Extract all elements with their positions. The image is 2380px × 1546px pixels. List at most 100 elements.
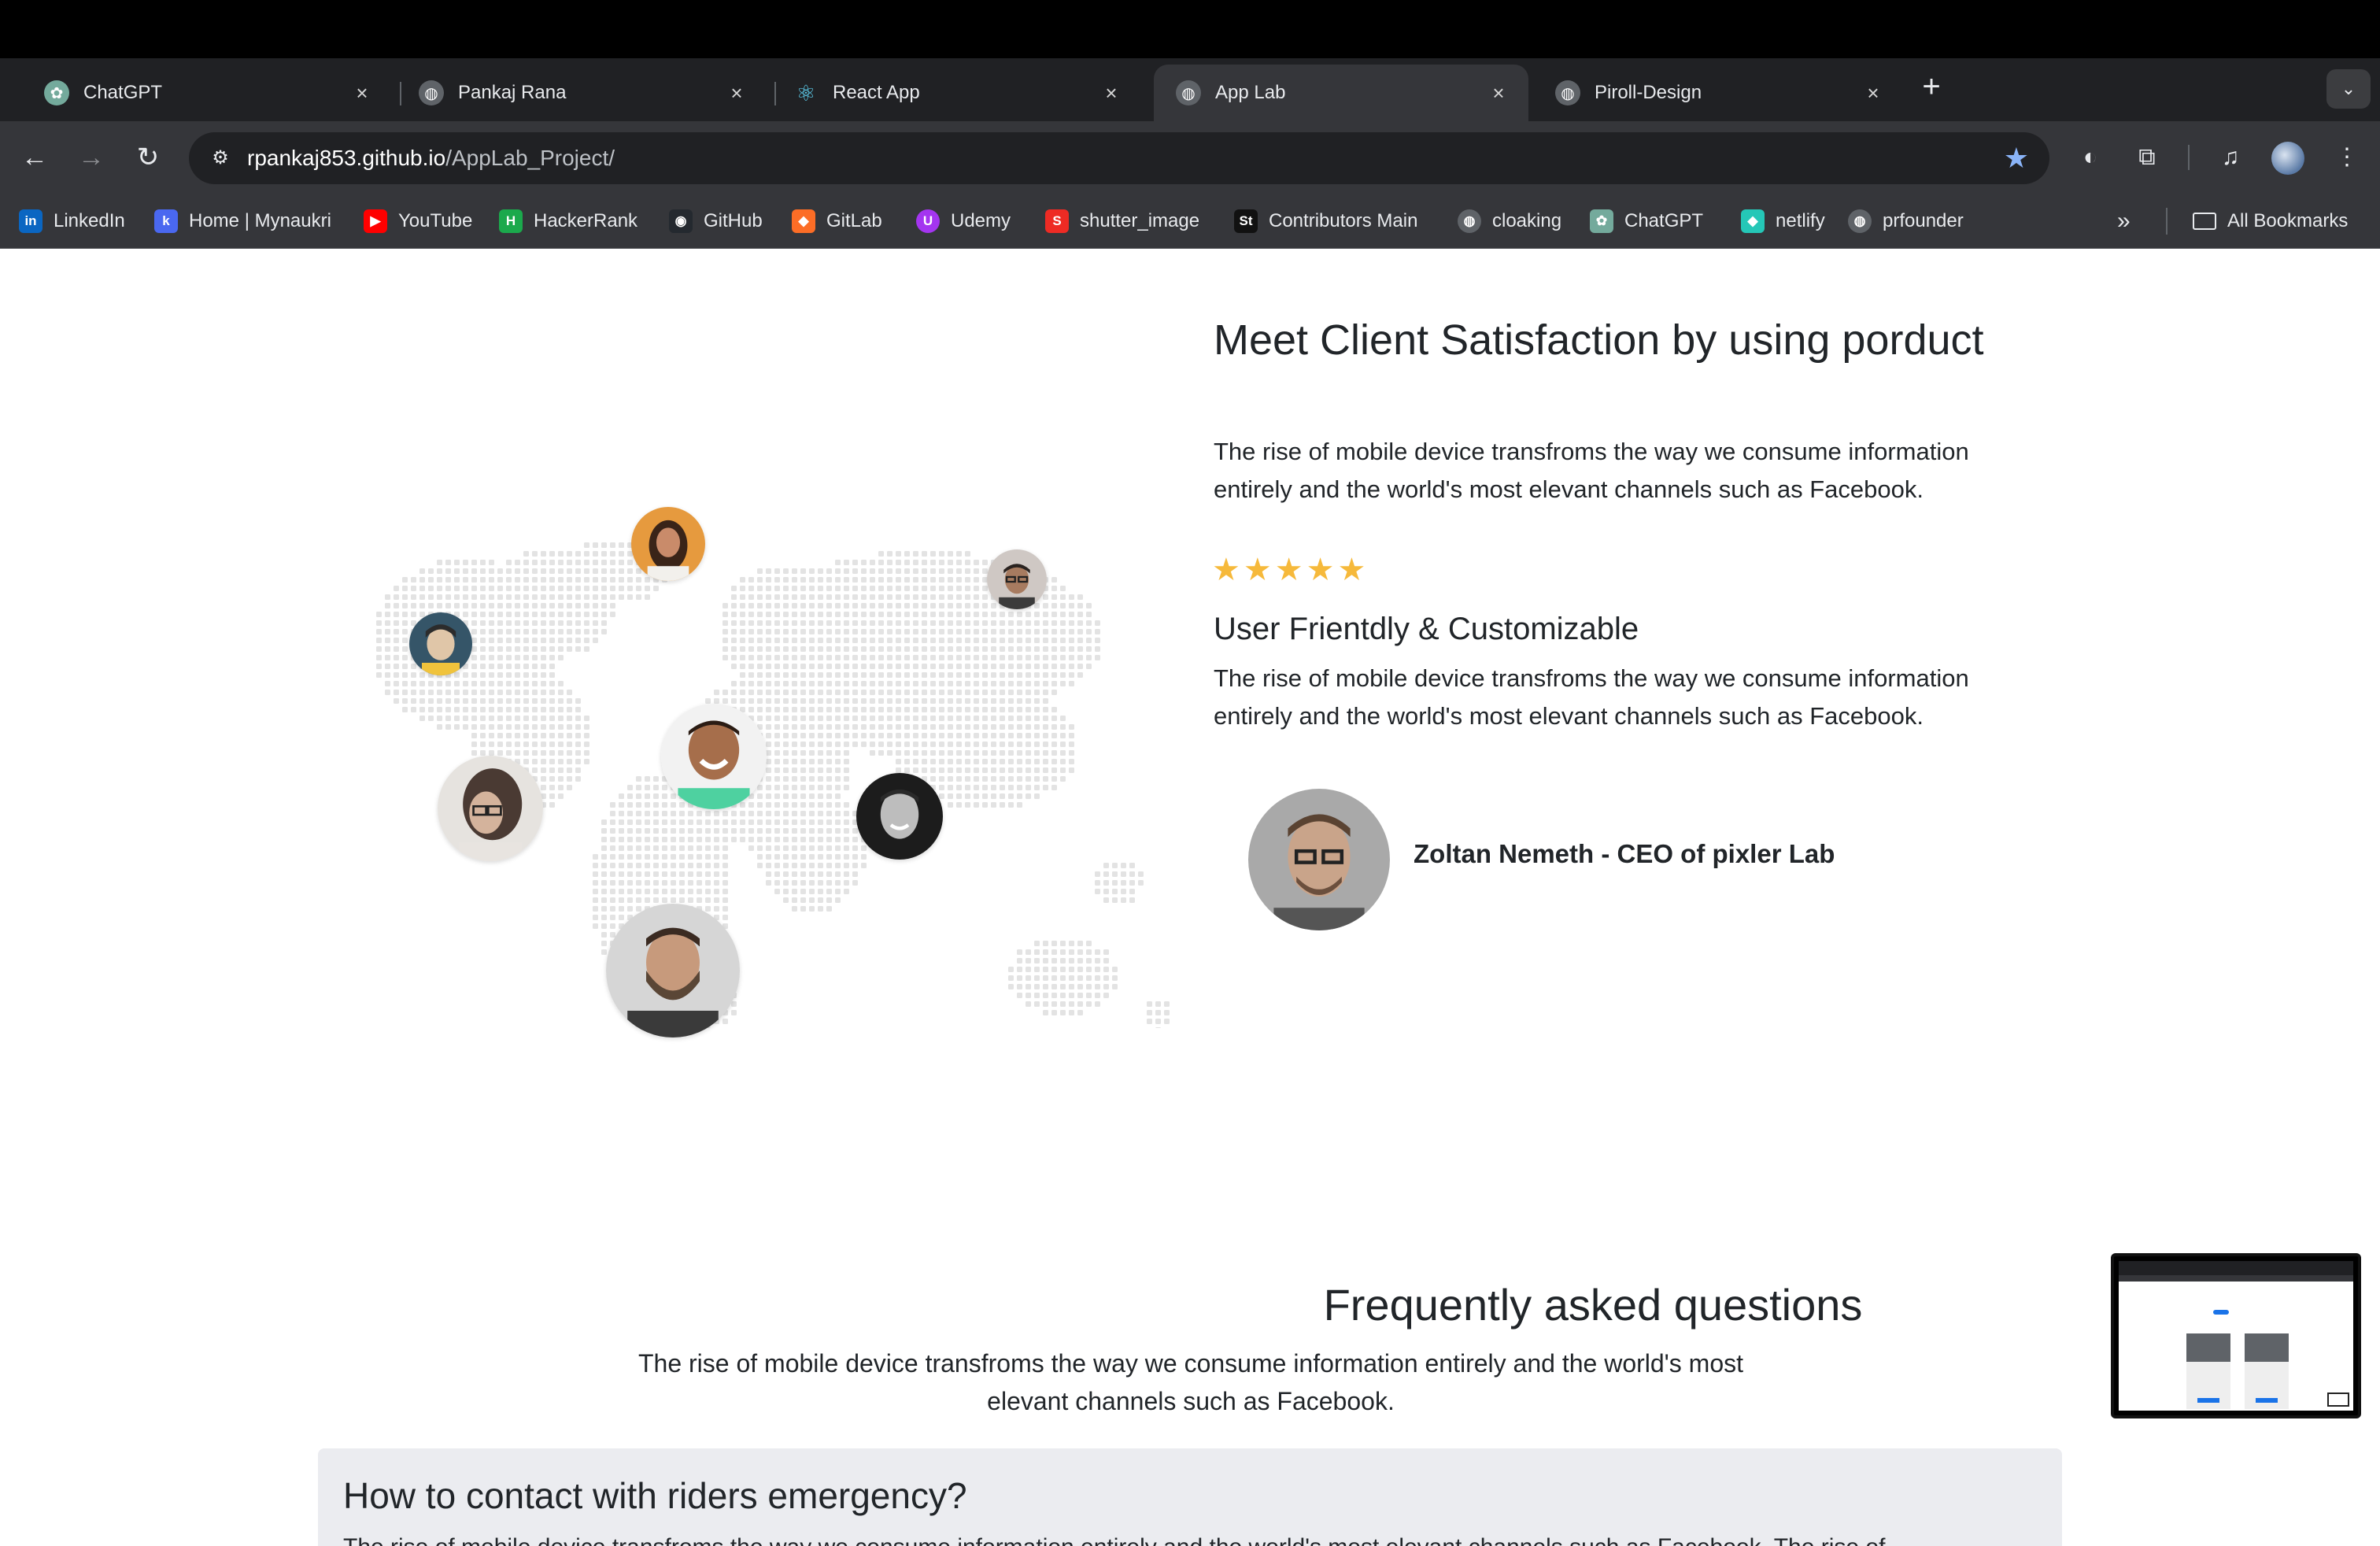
bookmark-hackerrank[interactable]: H HackerRank bbox=[499, 207, 638, 235]
rating-stars: ★ ★ ★ ★ ★ bbox=[1212, 553, 1366, 587]
user-avatar-woman-glasses bbox=[438, 756, 543, 861]
bookmark-label: prfounder bbox=[1883, 210, 1964, 231]
bookmark-contributors-main[interactable]: St Contributors Main bbox=[1234, 207, 1417, 235]
youtube-icon: ▶ bbox=[364, 209, 387, 233]
bookmarks-overflow-button[interactable]: » bbox=[2117, 207, 2131, 235]
close-icon[interactable]: × bbox=[1099, 80, 1124, 105]
bookmark-label: cloaking bbox=[1492, 210, 1562, 231]
pip-screen bbox=[2119, 1261, 2353, 1411]
tab-pankaj-rana[interactable]: ◍ Pankaj Rana × bbox=[397, 65, 767, 121]
bookmark-label: HackerRank bbox=[534, 210, 638, 231]
bookmark-star-icon[interactable]: ★ bbox=[2004, 142, 2029, 175]
close-icon[interactable]: × bbox=[349, 80, 375, 105]
folder-icon bbox=[2193, 213, 2216, 230]
star-icon: ★ bbox=[1212, 553, 1240, 587]
user-avatar-woman-orange bbox=[631, 507, 705, 581]
bookmarks-divider bbox=[2166, 208, 2168, 235]
bookmark-linkedin[interactable]: in LinkedIn bbox=[19, 207, 125, 235]
star-icon: ★ bbox=[1306, 553, 1335, 587]
pip-thumbnail bbox=[2119, 1261, 2353, 1409]
page-content: Meet Client Satisfaction by using porduc… bbox=[0, 249, 2380, 1546]
site-info-icon[interactable]: ⚙ bbox=[205, 142, 236, 174]
react-icon: ⚛ bbox=[796, 80, 816, 105]
testimonial-name: Zoltan Nemeth - CEO of pixler Lab bbox=[1414, 839, 1835, 868]
tab-piroll-design[interactable]: ◍ Piroll-Design × bbox=[1533, 65, 1903, 121]
gitlab-icon: ◆ bbox=[792, 209, 815, 233]
mynaukri-icon: k bbox=[154, 209, 178, 233]
bookmark-chatgpt[interactable]: ✿ ChatGPT bbox=[1590, 207, 1703, 235]
testimonial-avatar bbox=[1248, 789, 1390, 930]
satisfaction-heading: Meet Client Satisfaction by using porduc… bbox=[1214, 316, 1984, 364]
tab-label: Pankaj Rana bbox=[458, 82, 567, 103]
tab-label: App Lab bbox=[1215, 82, 1286, 103]
chatgpt-icon: ✿ bbox=[1590, 209, 1613, 233]
shutterstock-contributors-icon: St bbox=[1234, 209, 1258, 233]
bookmark-label: Contributors Main bbox=[1269, 210, 1418, 231]
google-lens-icon[interactable]: ◐ bbox=[2071, 139, 2109, 176]
feature-paragraph: The rise of mobile device transfroms the… bbox=[1214, 664, 1969, 730]
faq-question[interactable]: How to contact with riders emergency? bbox=[343, 1472, 967, 1519]
hackerrank-icon: H bbox=[499, 209, 523, 233]
new-tab-button[interactable]: + bbox=[1914, 69, 1949, 104]
bookmark-label: Home | Mynaukri bbox=[189, 210, 331, 231]
user-avatar-man-smiling bbox=[661, 704, 767, 809]
os-top-bar bbox=[0, 0, 2380, 58]
menu-icon[interactable]: ⋮ bbox=[2328, 139, 2366, 176]
bookmark-netlify[interactable]: ◆ netlify bbox=[1741, 207, 1825, 235]
extensions-icon[interactable]: ⧉ bbox=[2128, 139, 2166, 176]
tab-chatgpt[interactable]: ✿ ChatGPT × bbox=[22, 65, 392, 121]
reload-button[interactable]: ↻ bbox=[129, 139, 167, 176]
bookmark-home-mynaukri[interactable]: k Home | Mynaukri bbox=[154, 207, 331, 235]
feature-subheading: User Frientdly & Customizable bbox=[1214, 612, 1639, 646]
bookmark-github[interactable]: ◉ GitHub bbox=[669, 207, 763, 235]
globe-icon: ◍ bbox=[1458, 209, 1481, 233]
url-text[interactable]: rpankaj853.github.io/AppLab_Project/ bbox=[247, 146, 615, 171]
bookmark-youtube[interactable]: ▶ YouTube bbox=[364, 207, 472, 235]
linkedin-icon: in bbox=[19, 209, 42, 233]
faq-subtitle: The rise of mobile device transfroms the… bbox=[638, 1349, 1744, 1415]
bookmark-gitlab[interactable]: ◆ GitLab bbox=[792, 207, 882, 235]
star-icon: ★ bbox=[1243, 553, 1272, 587]
bookmark-label: Udemy bbox=[951, 210, 1011, 231]
tab-label: React App bbox=[833, 82, 920, 103]
faq-answer: The rise of mobile device transfroms the… bbox=[343, 1530, 1885, 1546]
star-icon: ★ bbox=[1274, 553, 1303, 587]
bookmark-label: GitLab bbox=[826, 210, 882, 231]
user-avatar-man-sketch bbox=[409, 612, 472, 675]
github-icon: ◉ bbox=[669, 209, 693, 233]
user-avatar-man-beard bbox=[606, 904, 740, 1037]
tab-search-button[interactable]: ⌄ bbox=[2326, 69, 2371, 109]
media-controls-icon[interactable]: ♫ bbox=[2212, 139, 2249, 176]
bookmark-label: YouTube bbox=[398, 210, 473, 231]
close-icon[interactable]: × bbox=[724, 80, 749, 105]
tab-strip: ✿ ChatGPT × ◍ Pankaj Rana × ⚛ React App … bbox=[0, 58, 2380, 121]
address-bar[interactable]: ⚙ rpankaj853.github.io/AppLab_Project/ ★ bbox=[189, 132, 2049, 184]
tab-label: ChatGPT bbox=[83, 82, 163, 103]
bookmark-shutter-image[interactable]: Sshutter_image bbox=[1045, 207, 1199, 235]
close-icon[interactable]: × bbox=[1486, 80, 1511, 105]
close-icon[interactable]: × bbox=[1861, 80, 1886, 105]
bookmark-label: ChatGPT bbox=[1624, 210, 1704, 231]
back-button[interactable]: ← bbox=[16, 139, 54, 176]
picture-in-picture-preview[interactable] bbox=[2111, 1253, 2361, 1418]
user-avatar-man-bw bbox=[856, 773, 943, 860]
star-icon: ★ bbox=[1337, 553, 1366, 587]
profile-avatar[interactable] bbox=[2271, 142, 2304, 175]
tab-react-app[interactable]: ⚛ React App × bbox=[771, 65, 1141, 121]
browser-toolbar: ← → ↻ ⚙ rpankaj853.github.io/AppLab_Proj… bbox=[0, 121, 2380, 194]
tab-label: Piroll-Design bbox=[1595, 82, 1702, 103]
tab-app-lab[interactable]: ◍ App Lab × bbox=[1154, 65, 1528, 121]
bookmark-label: LinkedIn bbox=[54, 210, 125, 231]
url-host: rpankaj853.github.io bbox=[247, 146, 446, 170]
bookmark-label: shutter_image bbox=[1080, 210, 1200, 231]
faq-item[interactable]: How to contact with riders emergency? Th… bbox=[318, 1448, 2062, 1546]
bookmark-prfounder[interactable]: ◍ prfounder bbox=[1848, 207, 1964, 235]
all-bookmarks-button[interactable]: All Bookmarks bbox=[2193, 207, 2348, 235]
bookmark-label: netlify bbox=[1776, 210, 1825, 231]
all-bookmarks-label: All Bookmarks bbox=[2227, 210, 2349, 231]
forward-button[interactable]: → bbox=[72, 139, 110, 176]
netlify-icon: ◆ bbox=[1741, 209, 1765, 233]
bookmark-cloaking[interactable]: ◍ cloaking bbox=[1458, 207, 1561, 235]
bookmark-udemy[interactable]: U Udemy bbox=[916, 207, 1011, 235]
toolbar-divider bbox=[2188, 145, 2190, 170]
